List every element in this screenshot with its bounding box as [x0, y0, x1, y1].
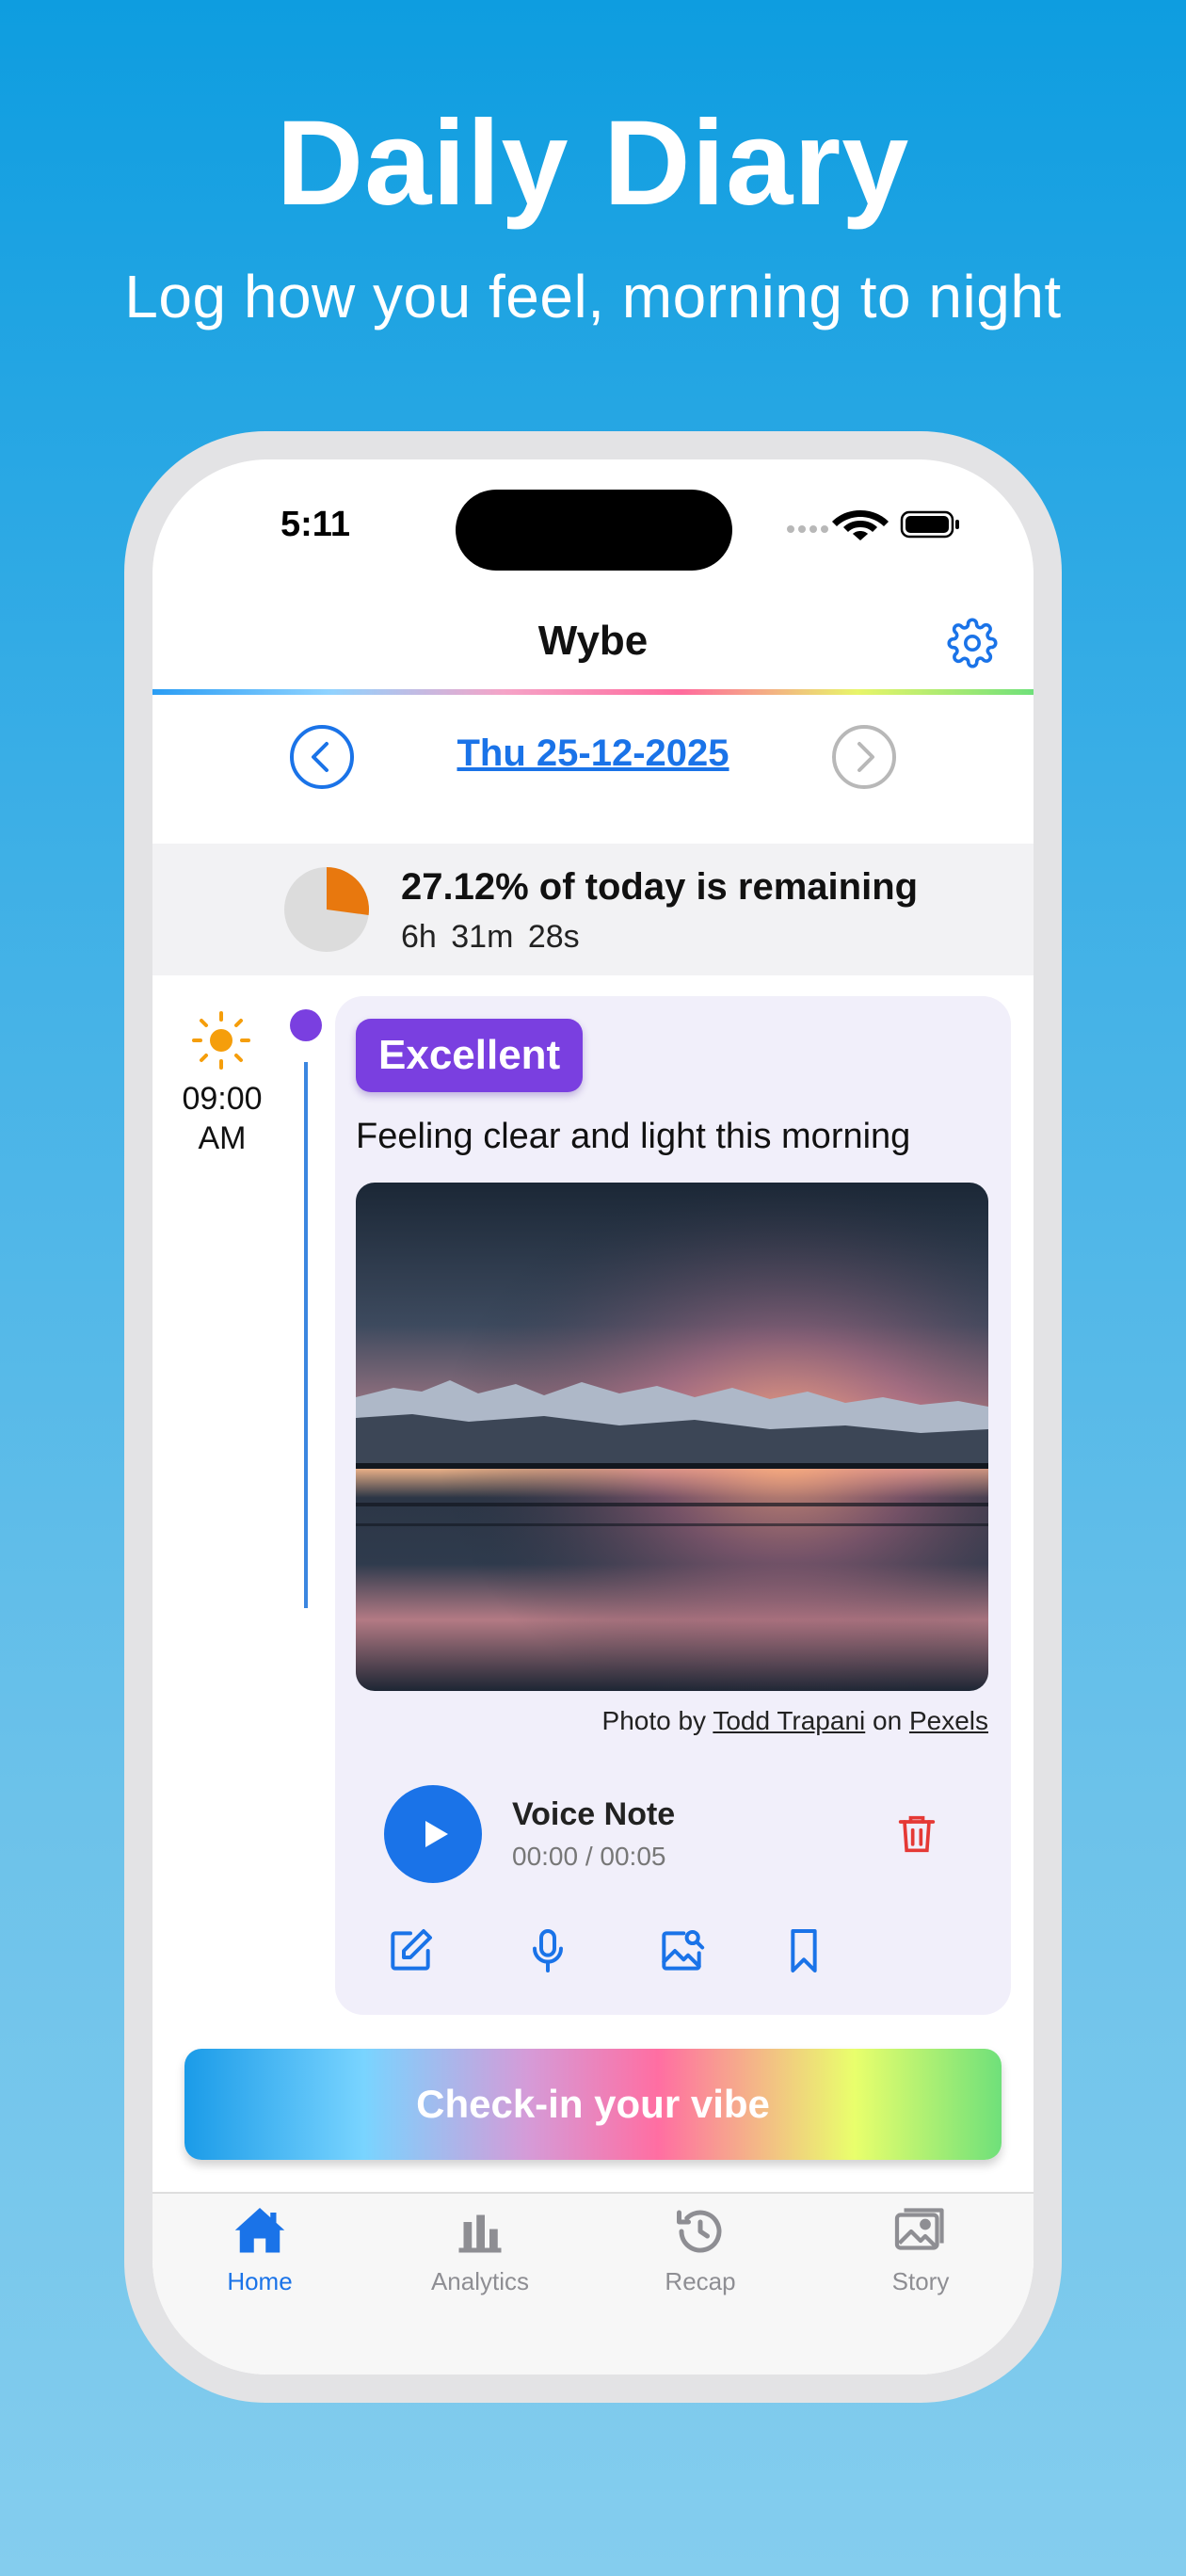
voice-note-title: Voice Note [512, 1796, 676, 1832]
tab-recap-label: Recap [665, 2267, 736, 2295]
promo-headline: Daily Diary [276, 96, 910, 231]
photo-credit: Photo by Todd Trapani on Pexels [602, 1706, 988, 1736]
gallery-icon [894, 2208, 944, 2250]
sun-icon [192, 1011, 250, 1070]
next-day-button[interactable] [830, 723, 898, 791]
tab-bar: Home Analytics Recap Story [152, 2192, 1034, 2375]
settings-button[interactable] [947, 618, 998, 668]
tab-analytics[interactable]: Analytics [395, 2203, 565, 2316]
image-search-icon [662, 1929, 705, 1971]
bookmark-icon [791, 1929, 817, 1972]
edit-button[interactable] [384, 1924, 437, 1977]
timeline-dot [290, 1009, 322, 1041]
credit-prefix: Photo by [601, 1706, 707, 1735]
record-button[interactable] [521, 1924, 574, 1977]
play-button[interactable] [384, 1785, 482, 1883]
chevron-right-icon [832, 725, 896, 789]
voice-note-time: 00:00 / 00:05 [512, 1842, 666, 1871]
wifi-icon [832, 510, 889, 540]
day-remaining-banner: 27.12% of today is remaining 6h 31m 28s [152, 844, 1034, 975]
entry-actions [356, 1917, 988, 1983]
edit-icon [391, 1929, 432, 1971]
delete-voice-note-button[interactable] [892, 1810, 941, 1859]
trash-icon [898, 1815, 936, 1853]
entry-photo[interactable] [356, 1183, 988, 1691]
voice-note: Voice Note 00:00 / 00:05 [356, 1759, 988, 1900]
signal-icon [787, 525, 828, 533]
battery-icon [900, 510, 959, 539]
add-image-button[interactable] [655, 1924, 708, 1977]
tab-home-label: Home [227, 2267, 293, 2295]
check-in-button[interactable]: Check-in your vibe [184, 2049, 1002, 2160]
tab-story[interactable]: Story [836, 2203, 1005, 2316]
mood-badge: Excellent [356, 1019, 584, 1092]
day-remaining-pie [284, 867, 369, 952]
gear-icon [947, 618, 998, 668]
remaining-time: 6h 31m 28s [401, 919, 580, 955]
promo-subline: Log how you feel, morning to night [124, 263, 1062, 330]
app-title: Wybe [537, 618, 649, 664]
entry-card[interactable]: Excellent Feeling clear and light this m… [335, 996, 1011, 2015]
credit-source-link[interactable]: Pexels [909, 1706, 988, 1735]
credit-author-link[interactable]: Todd Trapani [713, 1706, 865, 1735]
date-navigation: Thu 25-12-2025 [152, 695, 1034, 834]
bar-chart-icon [458, 2214, 502, 2253]
dynamic-island [456, 490, 732, 571]
entry-time: 09:00 AM [182, 1081, 263, 1156]
home-icon [234, 2208, 285, 2253]
status-icons [783, 507, 962, 540]
remaining-percentage: 27.12% of today is remaining [401, 866, 919, 908]
pie-remaining-slice [327, 867, 369, 915]
phone-screen: 5:11 Wybe Thu 25-12-2025 27.12% of today… [152, 459, 1034, 2375]
credit-middle: on [873, 1706, 903, 1735]
microphone-icon [533, 1929, 563, 1972]
tab-story-label: Story [891, 2267, 950, 2295]
tab-home[interactable]: Home [175, 2203, 345, 2316]
bookmark-button[interactable] [777, 1924, 830, 1977]
tab-analytics-label: Analytics [430, 2267, 530, 2295]
current-date[interactable]: Thu 25-12-2025 [152, 733, 1034, 775]
entry-text: Feeling clear and light this morning [356, 1117, 911, 1156]
timeline-line [304, 1062, 308, 1608]
status-time: 5:11 [280, 505, 350, 544]
history-icon [677, 2210, 722, 2253]
tab-recap[interactable]: Recap [616, 2203, 785, 2316]
play-icon [425, 1821, 448, 1847]
